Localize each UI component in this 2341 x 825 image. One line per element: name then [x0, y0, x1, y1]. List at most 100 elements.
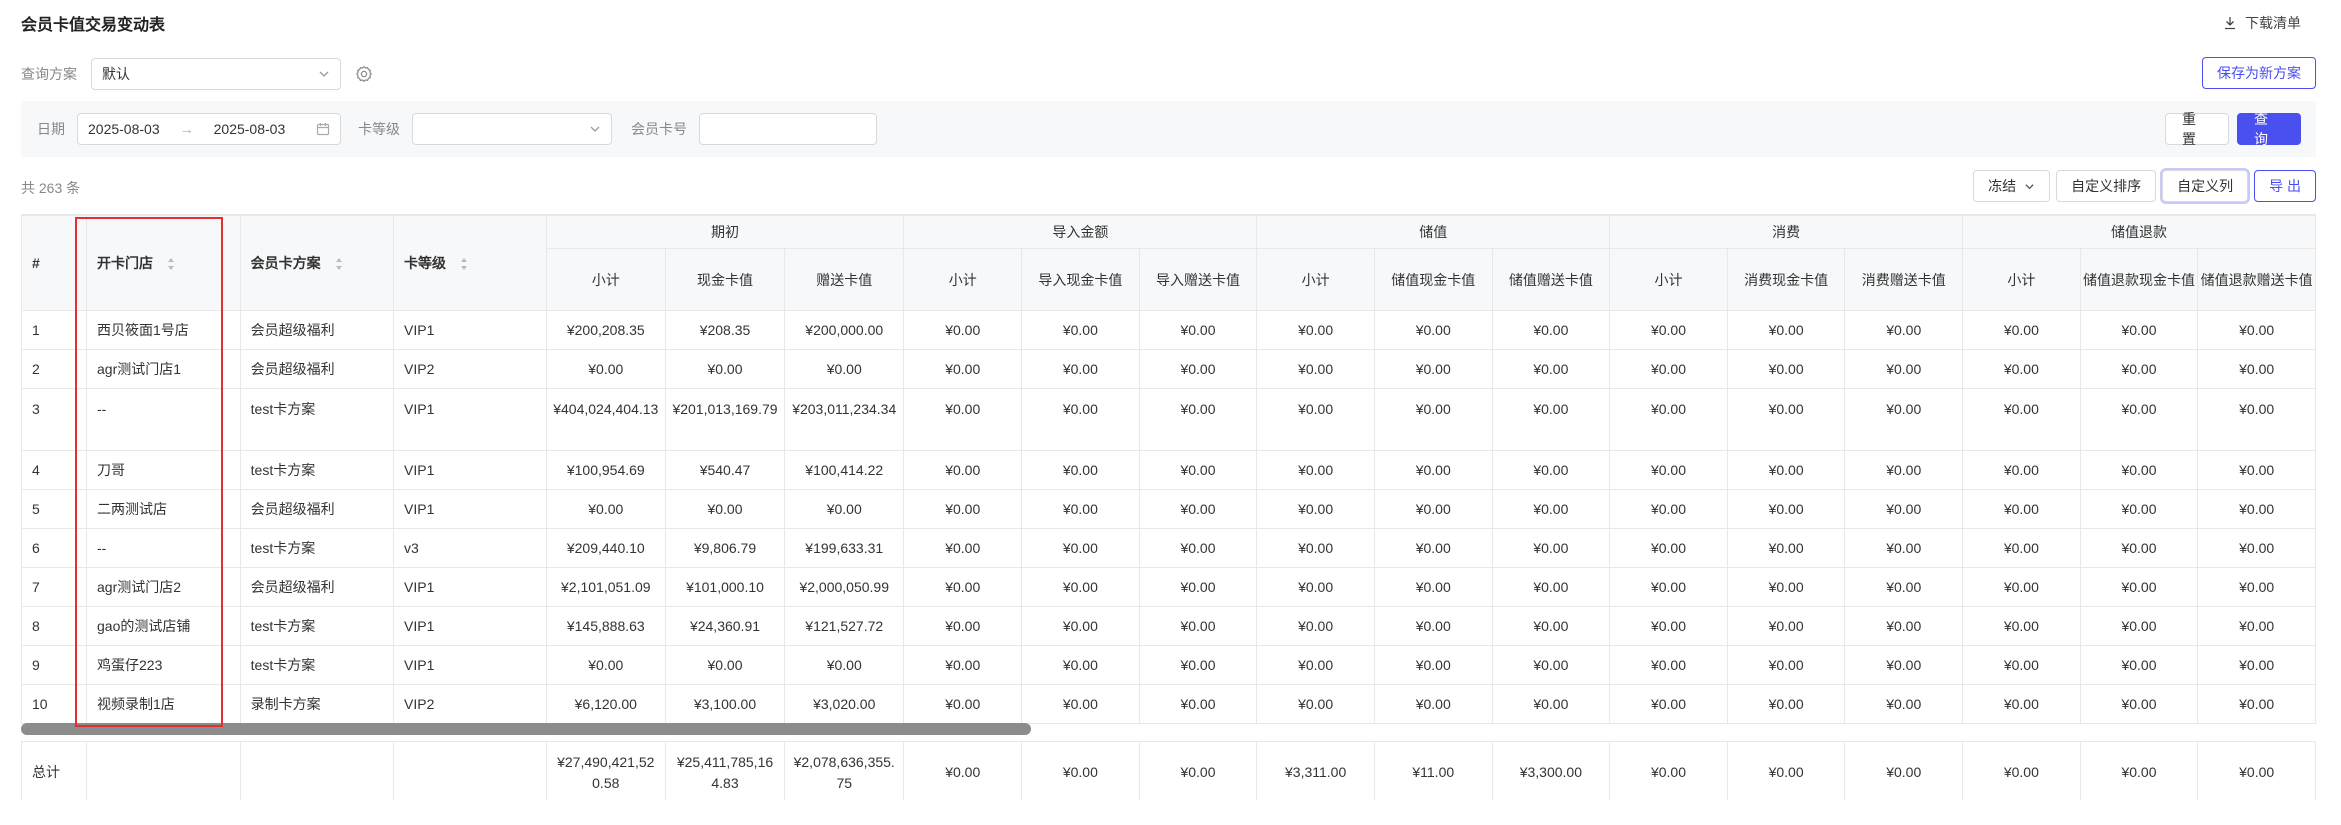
- table-row[interactable]: 1 西贝筱面1号店 会员超级福利 VIP1 ¥200,208.35 ¥208.35 ¥200…: [21, 310, 2316, 350]
- value-cell: ¥203,011,234.34: [784, 388, 905, 451]
- total-value-cell: ¥27,490,421,520.58: [545, 741, 666, 800]
- reset-button[interactable]: 重 置: [2165, 111, 2229, 147]
- card-number-input[interactable]: [699, 113, 877, 145]
- table-row[interactable]: 6 -- test卡方案 v3 ¥209,440.10 ¥9,806.79 ¥199,633…: [21, 528, 2316, 568]
- col-level[interactable]: 卡等级: [393, 215, 547, 311]
- total-empty-cell: [393, 741, 547, 800]
- download-list-button[interactable]: 下载清单: [2223, 13, 2301, 33]
- table-row[interactable]: 3 -- test卡方案 VIP1 ¥404,024,404.13 ¥201,013,16…: [21, 388, 2316, 451]
- store-cell: agr测试门店2: [86, 567, 241, 607]
- store-cell: --: [86, 388, 241, 451]
- col-plan[interactable]: 会员卡方案: [239, 215, 395, 311]
- value-cell: ¥0.00: [1726, 645, 1846, 685]
- value-cell: ¥0.00: [1609, 645, 1728, 685]
- table-row[interactable]: 2 agr测试门店1 会员超级福利 VIP2 ¥0.00 ¥0.00 ¥0.00 ¥0.00 ¥…: [21, 349, 2316, 389]
- value-cell: ¥0.00: [2197, 684, 2316, 724]
- value-cell: ¥101,000.10: [664, 567, 786, 607]
- query-button[interactable]: 查 询: [2237, 111, 2301, 147]
- table-row[interactable]: 4 刀哥 test卡方案 VIP1 ¥100,954.69 ¥540.47 ¥100,414…: [21, 450, 2316, 490]
- sub-col-header: 小计: [1609, 248, 1728, 311]
- value-cell: ¥0.00: [1256, 310, 1375, 350]
- value-cell: ¥0.00: [1138, 606, 1258, 646]
- value-cell: ¥0.00: [1138, 567, 1258, 607]
- table-row[interactable]: 7 agr测试门店2 会员超级福利 VIP1 ¥2,101,051.09 ¥101,000…: [21, 567, 2316, 607]
- date-start: 2025-08-03: [88, 121, 160, 137]
- col-level-label: 卡等级: [404, 255, 447, 271]
- gear-icon[interactable]: [355, 65, 373, 83]
- date-end: 2025-08-03: [213, 121, 286, 137]
- value-cell: ¥0.00: [2079, 606, 2199, 646]
- col-index: #: [21, 215, 88, 311]
- value-cell: ¥0.00: [1373, 450, 1493, 490]
- total-value-cell: ¥3,300.00: [1491, 741, 1611, 800]
- table-row[interactable]: 10 视频录制1店 录制卡方案 VIP2 ¥6,120.00 ¥3,100.00 ¥3,02…: [21, 684, 2316, 724]
- total-value-cell: ¥0.00: [1609, 741, 1728, 800]
- value-cell: ¥0.00: [903, 684, 1023, 724]
- plan-cell: 会员超级福利: [239, 310, 395, 350]
- value-cell: ¥0.00: [1491, 567, 1611, 607]
- value-cell: ¥0.00: [1491, 450, 1611, 490]
- table-row[interactable]: 9 鸡蛋仔223 test卡方案 VIP1 ¥0.00 ¥0.00 ¥0.00 ¥0.00 ¥0…: [21, 645, 2316, 685]
- sub-col-header: 小计: [903, 248, 1023, 311]
- save-new-scheme-button[interactable]: 保存为新方案: [2202, 57, 2316, 89]
- value-cell: ¥0.00: [2197, 388, 2316, 451]
- value-cell: ¥0.00: [1609, 349, 1728, 389]
- value-cell: ¥0.00: [1726, 567, 1846, 607]
- freeze-label: 冻结: [1988, 178, 2017, 194]
- value-cell: ¥100,954.69: [545, 450, 666, 490]
- value-cell: ¥0.00: [1021, 310, 1140, 350]
- value-cell: ¥6,120.00: [545, 684, 666, 724]
- value-cell: ¥0.00: [2197, 310, 2316, 350]
- value-cell: ¥0.00: [1962, 567, 2081, 607]
- group-header: 消费: [1609, 215, 1964, 249]
- export-button[interactable]: 导 出: [2254, 170, 2316, 202]
- value-cell: ¥0.00: [1256, 684, 1375, 724]
- value-cell: ¥0.00: [2079, 489, 2199, 529]
- table-row[interactable]: 8 gao的测试店铺 test卡方案 VIP1 ¥145,888.63 ¥24,360.9…: [21, 606, 2316, 646]
- custom-column-button[interactable]: 自定义列: [2162, 170, 2249, 202]
- row-index: 8: [21, 606, 88, 646]
- card-filter: 会员卡号: [631, 113, 877, 145]
- store-cell: agr测试门店1: [86, 349, 241, 389]
- value-cell: ¥0.00: [2079, 349, 2199, 389]
- sub-col-header: 小计: [1962, 248, 2081, 311]
- plan-cell: 会员超级福利: [239, 489, 395, 529]
- value-cell: ¥0.00: [1021, 606, 1140, 646]
- total-empty-cell: [239, 741, 395, 800]
- page-title: 会员卡值交易变动表: [21, 17, 166, 34]
- value-cell: ¥0.00: [784, 349, 905, 389]
- row-index: 2: [21, 349, 88, 389]
- value-cell: ¥3,100.00: [664, 684, 786, 724]
- level-select[interactable]: [412, 113, 612, 145]
- horizontal-scrollbar[interactable]: [21, 723, 1031, 735]
- scheme-select[interactable]: 默认: [91, 58, 341, 90]
- col-store-label: 开卡门店: [97, 255, 154, 271]
- scheme-label: 查询方案: [21, 66, 77, 82]
- value-cell: ¥0.00: [1844, 684, 1964, 724]
- value-cell: ¥0.00: [1726, 489, 1846, 529]
- table-row[interactable]: 5 二两测试店 会员超级福利 VIP1 ¥0.00 ¥0.00 ¥0.00 ¥0.00 ¥0.0…: [21, 489, 2316, 529]
- col-store[interactable]: 开卡门店: [86, 215, 241, 311]
- card-label: 会员卡号: [631, 121, 687, 137]
- value-cell: ¥0.00: [903, 528, 1023, 568]
- freeze-button[interactable]: 冻结: [1973, 170, 2051, 202]
- row-index: 6: [21, 528, 88, 568]
- value-cell: ¥2,101,051.09: [545, 567, 666, 607]
- value-cell: ¥0.00: [1844, 645, 1964, 685]
- level-cell: VIP1: [393, 450, 547, 490]
- custom-sort-button[interactable]: 自定义排序: [2056, 170, 2157, 202]
- date-range-picker[interactable]: 2025-08-03 → 2025-08-03: [77, 113, 341, 145]
- store-cell: 二两测试店: [86, 489, 241, 529]
- value-cell: ¥0.00: [2079, 567, 2199, 607]
- value-cell: ¥0.00: [1844, 388, 1964, 451]
- value-cell: ¥0.00: [1491, 528, 1611, 568]
- value-cell: ¥24,360.91: [664, 606, 786, 646]
- data-table-container: # 开卡门店 会员卡方案 卡等级 期初 导入金额 储值 消费 储值退款 小计 现金…: [21, 214, 2316, 800]
- value-cell: ¥0.00: [1373, 684, 1493, 724]
- value-cell: ¥0.00: [784, 489, 905, 529]
- value-cell: ¥0.00: [2197, 349, 2316, 389]
- value-cell: ¥0.00: [1138, 310, 1258, 350]
- value-cell: ¥0.00: [1844, 567, 1964, 607]
- value-cell: ¥0.00: [903, 349, 1023, 389]
- total-value-cell: ¥11.00: [1373, 741, 1493, 800]
